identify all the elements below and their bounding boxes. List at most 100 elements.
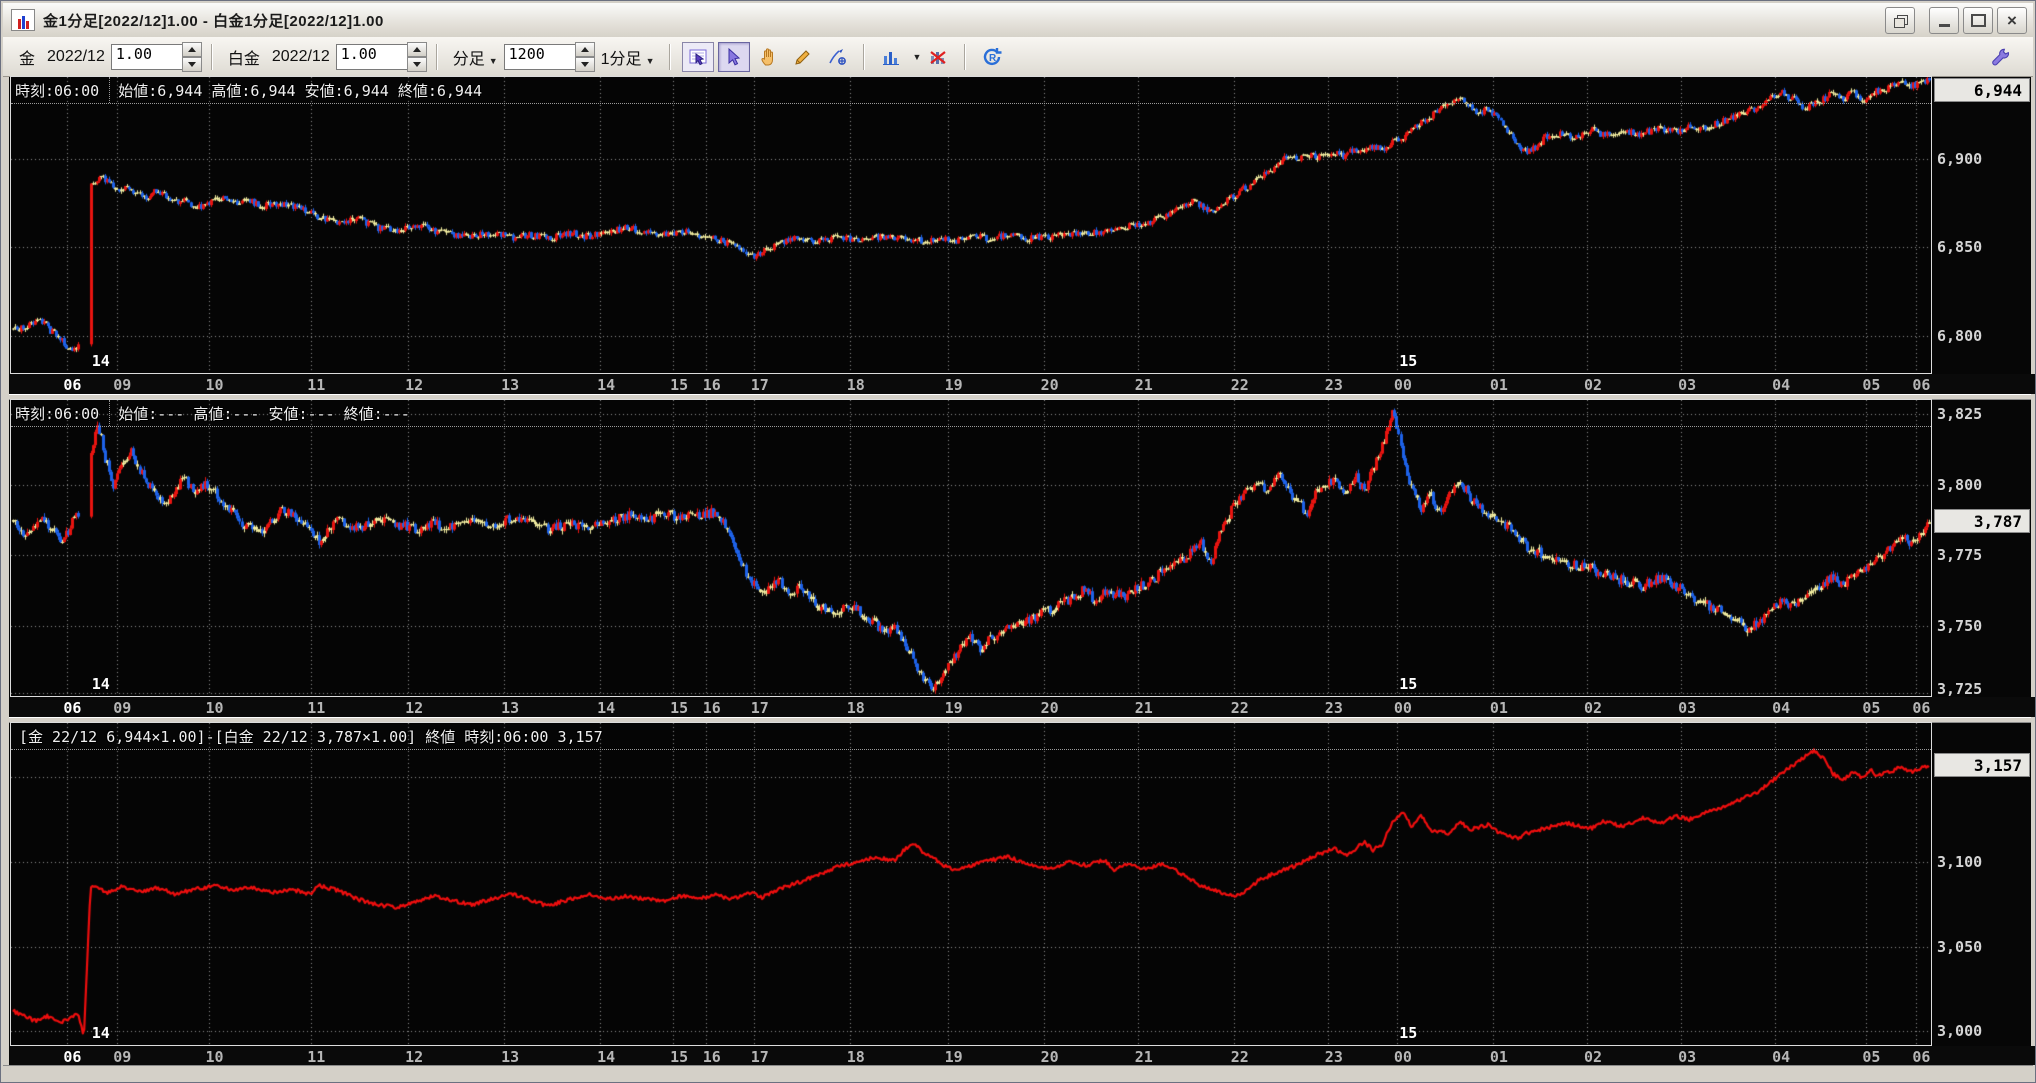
time-tick-label: 13 [501,376,520,394]
bar-count-input[interactable]: 1200 [503,43,575,70]
freehand-draw-tool-button[interactable] [822,43,852,71]
time-tick-label: 06 [63,699,82,717]
time-tick-label: 22 [1230,1048,1249,1065]
price-tick-label: 3,100 [1937,852,1983,871]
gold-multiplier-up-button[interactable] [181,41,202,57]
bar-count-down-button[interactable] [574,56,595,72]
chart-pointer-tool-button[interactable] [682,41,715,72]
time-axis-1: 06 09 10 11 12 13 14 15 16 17 18 19 20 21 22 23 00 01 02 03… [10,374,2035,394]
session-date-label: 15 [1399,675,1418,693]
time-tick-label: 01 [1489,699,1508,717]
chart-pointer-icon [689,49,707,65]
app-window: 金1分足[2022/12]1.00 - 白金1分足[2022/12]1.00 ×… [0,0,2036,1083]
time-tick-label: 05 [1862,376,1881,394]
time-tick-label: 10 [205,699,224,717]
price-tick-label: 3,000 [1937,1022,1983,1041]
minimize-button[interactable] [1929,7,1959,34]
platinum-multiplier-spinbox: 1.00 [335,41,427,72]
bar-count-spinbox: 1200 [503,41,595,72]
price-tick-label: 3,775 [1937,546,1983,565]
chart-canvas-1[interactable] [11,77,1931,373]
settings-button[interactable] [1985,43,2015,71]
chevron-down-icon[interactable]: ▼ [912,52,921,62]
platinum-multiplier-up-button[interactable] [406,41,427,57]
last-price-badge: 6,944 [1934,78,2030,102]
bar-chart-remove-icon [930,50,947,64]
up-arrow-icon [187,46,196,52]
close-button[interactable]: × [1997,7,2027,34]
gold-multiplier-spinbox: 1.00 [110,41,202,72]
time-tick-label: 03 [1678,376,1697,394]
time-tick-label: 20 [1040,1048,1059,1065]
bar-count-up-button[interactable] [574,41,595,57]
time-tick-label: 18 [846,1048,865,1065]
remove-indicator-button[interactable] [923,43,953,71]
platinum-multiplier-down-button[interactable] [406,56,427,72]
time-tick-label: 04 [1772,1048,1791,1065]
reload-chart-button[interactable]: R [977,43,1007,71]
time-tick-label: 21 [1134,1048,1153,1065]
time-tick-label: 20 [1040,699,1059,717]
time-tick-label: 18 [846,376,865,394]
time-tick-label: 09 [113,699,132,717]
time-tick-label: 03 [1678,1048,1697,1065]
last-price-badge: 3,787 [1934,509,2030,534]
bar-type-dropdown[interactable]: 分足 ▼ [453,45,498,69]
time-tick-label: 00 [1393,1048,1412,1065]
window-title: 金1分足[2022/12]1.00 - 白金1分足[2022/12]1.00 [43,12,384,30]
app-candlestick-icon [11,9,35,31]
toolbar-separator [210,43,213,70]
gold-multiplier-down-button[interactable] [181,56,202,72]
time-tick-label: 02 [1584,699,1603,717]
time-tick-label: 15 [670,376,689,394]
time-tick-label: 14 [597,1048,616,1065]
gold-multiplier-input[interactable]: 1.00 [110,43,182,70]
hand-tool-button[interactable] [754,43,784,71]
price-tick-label: 3,725 [1937,680,1983,698]
time-tick-label: 02 [1584,1048,1603,1065]
time-tick-label: 11 [307,1048,326,1065]
title-bar[interactable]: 金1分足[2022/12]1.00 - 白金1分足[2022/12]1.00 × [3,3,2033,37]
platinum-contract-month: 2022/12 [271,47,330,65]
toolbar-separator [435,43,438,70]
time-tick-label: 09 [113,376,132,394]
time-tick-label: 06 [1912,376,1931,394]
time-tick-label: 14 [597,699,616,717]
time-tick-label: 19 [944,699,963,717]
down-arrow-icon [187,61,196,67]
toolbar-separator [863,43,866,70]
time-tick-label: 19 [944,376,963,394]
price-tick-label: 3,800 [1937,475,1983,494]
platinum-multiplier-input[interactable]: 1.00 [335,43,407,70]
toolbar-separator [669,43,672,70]
chart-pane-1: 時刻:06:00 始値:6,944 高値:6,944 安値:6,944 終値:6,… [10,76,1932,374]
time-tick-label: 04 [1772,376,1791,394]
time-tick-label: 18 [846,699,865,717]
indicator-chart-button[interactable] [876,43,906,71]
maximize-icon [1970,14,1986,27]
up-arrow-icon [580,46,589,52]
new-window-button[interactable] [1885,7,1915,34]
reload-icon: R [984,47,1002,65]
time-tick-label: 00 [1393,699,1412,717]
time-tick-label: 21 [1134,699,1153,717]
time-tick-label: 17 [750,376,769,394]
time-tick-label: 06 [1912,1048,1931,1065]
session-date-label: 14 [91,675,110,693]
chart-canvas-2[interactable] [11,400,1931,696]
window-bottom-edge [3,1065,2033,1082]
maximize-button[interactable] [1963,7,1993,34]
price-tick-label: 3,050 [1937,937,1983,956]
time-tick-label: 06 [63,376,82,394]
draw-pen-icon [829,48,847,65]
chart-canvas-3[interactable] [11,723,1931,1045]
pencil-tool-button[interactable] [788,43,818,71]
time-tick-label: 05 [1862,699,1881,717]
select-cursor-tool-button[interactable] [718,41,751,72]
time-tick-label: 13 [501,699,520,717]
wrench-icon [1992,48,2009,66]
time-tick-label: 03 [1678,699,1697,717]
interval-dropdown[interactable]: 1分足 ▼ [601,45,655,69]
time-tick-label: 16 [702,376,721,394]
time-tick-label: 00 [1393,376,1412,394]
